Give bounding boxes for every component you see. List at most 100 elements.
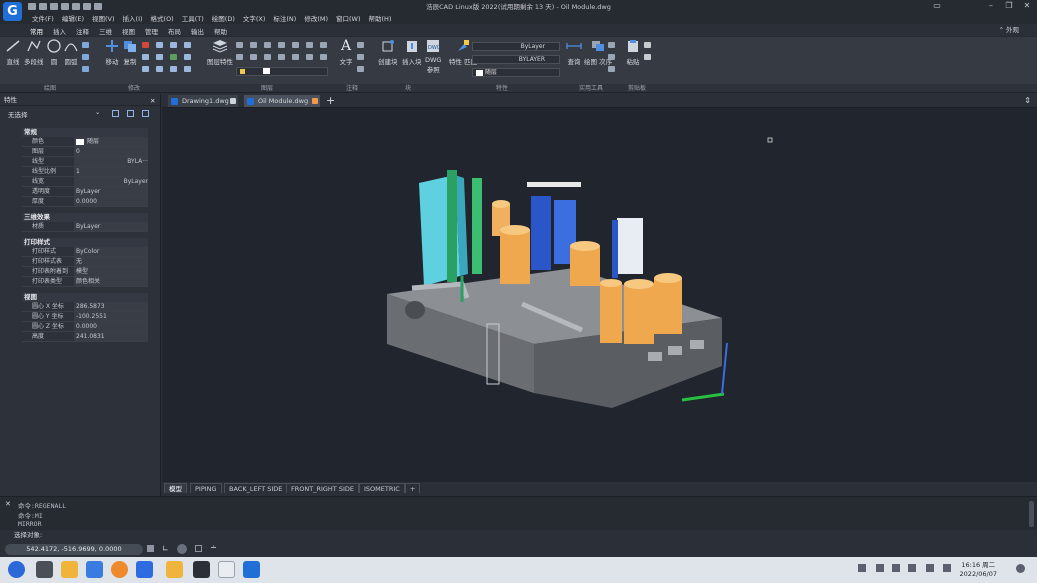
select-tool-icon[interactable]	[608, 54, 615, 60]
property-group-title[interactable]: 打印样式	[22, 238, 148, 247]
linetype-dropdown[interactable]: BYLAYER	[472, 55, 560, 64]
menu-edit[interactable]: 编辑(E)	[62, 13, 84, 23]
property-value[interactable]: 颜色相关	[74, 277, 148, 286]
property-row[interactable]: 线宽 ByLayer	[22, 177, 148, 187]
panel-modify[interactable]: 修改	[128, 84, 140, 93]
move-button[interactable]: 移动	[104, 39, 120, 66]
menu-help[interactable]: 帮助(H)	[369, 13, 392, 23]
scale-icon[interactable]	[142, 54, 149, 60]
tab-home[interactable]: 常用	[30, 26, 43, 36]
close-tab-icon[interactable]	[312, 98, 318, 104]
file-manager-icon[interactable]	[61, 561, 78, 578]
doc-tab-oil-module[interactable]: Oil Module.dwg	[244, 95, 320, 107]
property-value[interactable]: ByColor	[74, 247, 148, 256]
select-tool-icon[interactable]	[608, 66, 615, 72]
menu-format[interactable]: 格式(O)	[151, 13, 174, 23]
multitask-icon[interactable]	[36, 561, 53, 578]
circle-button[interactable]: 圆	[46, 39, 62, 66]
dimension-icon[interactable]	[357, 42, 364, 48]
property-value[interactable]: 1	[74, 167, 148, 176]
close-icon[interactable]: ✕	[1018, 0, 1036, 12]
stretch-icon[interactable]	[184, 42, 191, 48]
property-row[interactable]: 厚度 0.0000	[22, 197, 148, 207]
property-row[interactable]: 圆心 Y 坐标 -100.2551	[22, 312, 148, 322]
property-value[interactable]: 模型	[74, 267, 148, 276]
wps-writer-icon[interactable]	[136, 561, 153, 578]
tab-manage[interactable]: 管理	[145, 26, 158, 36]
property-value[interactable]: 随层	[74, 137, 148, 146]
panel-utilities[interactable]: 实用工具	[579, 84, 603, 93]
property-row[interactable]: 线型比例 1	[22, 167, 148, 177]
rotate-icon[interactable]	[170, 42, 177, 48]
explode-icon[interactable]	[184, 54, 191, 60]
grid-icon[interactable]	[147, 545, 154, 552]
trim-icon[interactable]	[156, 54, 163, 60]
screen-icon[interactable]	[892, 564, 900, 572]
line-button[interactable]: 直线	[5, 39, 21, 66]
panel-clipboard[interactable]: 剪贴板	[628, 84, 646, 93]
property-group-title[interactable]: 三维效果	[22, 213, 148, 222]
erase-icon[interactable]	[142, 42, 149, 48]
property-row[interactable]: 图层 0	[22, 147, 148, 157]
leader-icon[interactable]	[357, 54, 364, 60]
property-row[interactable]: 打印表附着到 模型	[22, 267, 148, 277]
property-value[interactable]: 0	[74, 147, 148, 156]
panel-draw[interactable]: 绘图	[44, 84, 56, 93]
quick-select-icon[interactable]	[142, 110, 149, 117]
close-tab-icon[interactable]	[230, 98, 236, 104]
property-value[interactable]: 无	[74, 257, 148, 266]
volume-icon[interactable]	[908, 564, 916, 572]
color-dropdown[interactable]: ByLayer	[472, 42, 560, 51]
break-icon[interactable]	[184, 66, 191, 72]
selection-dropdown[interactable]: 无选择 ⌄	[0, 106, 160, 122]
panel-block[interactable]: 块	[405, 84, 411, 93]
text-editor-icon[interactable]	[218, 561, 235, 578]
menu-modify[interactable]: 修改(M)	[304, 13, 328, 23]
property-row[interactable]: 打印表类型 颜色相关	[22, 277, 148, 287]
property-value[interactable]: ByLayer	[74, 222, 148, 231]
polar-icon[interactable]	[177, 544, 187, 554]
arc-button[interactable]: 圆弧	[63, 39, 79, 66]
tab-output[interactable]: 输出	[191, 26, 204, 36]
layer-tool-icon[interactable]	[278, 42, 285, 48]
tab-view[interactable]: 视图	[122, 26, 135, 36]
tab-layout[interactable]: 布局	[168, 26, 181, 36]
dwg-reference-button[interactable]: DWG DWG 参照	[425, 39, 441, 74]
layout-tab-back-left[interactable]: BACK_LEFT SIDE	[224, 483, 288, 493]
menu-view[interactable]: 视图(V)	[92, 13, 115, 23]
command-scrollbar[interactable]	[1029, 501, 1034, 527]
menu-text[interactable]: 文字(X)	[243, 13, 266, 23]
layer-tool-icon[interactable]	[264, 42, 271, 48]
query-button[interactable]: 查询	[566, 39, 582, 66]
battery-icon[interactable]	[926, 564, 934, 572]
layer-tool-icon[interactable]	[292, 42, 299, 48]
property-row[interactable]: 高度 241.0831	[22, 332, 148, 342]
create-block-button[interactable]: 创建块	[378, 39, 398, 66]
draw-tool-icon[interactable]	[82, 66, 89, 72]
panel-annotation[interactable]: 注释	[346, 84, 358, 93]
insert-block-button[interactable]: 插入块	[402, 39, 422, 66]
table-icon[interactable]	[357, 66, 364, 72]
property-row[interactable]: 圆心 X 坐标 286.5873	[22, 302, 148, 312]
layer-tool-icon[interactable]	[320, 42, 327, 48]
app-logo-icon[interactable]: G	[3, 2, 22, 21]
minimize-icon[interactable]: –	[982, 0, 1000, 12]
terminal-icon[interactable]	[193, 561, 210, 578]
polyline-button[interactable]: 多段线	[24, 39, 44, 66]
tab-help[interactable]: 帮助	[214, 26, 227, 36]
gstarcad-icon[interactable]	[243, 561, 260, 578]
property-row[interactable]: 线型 BYLA···	[22, 157, 148, 167]
menu-window[interactable]: 窗口(W)	[336, 13, 361, 23]
coordinate-display[interactable]: 542.4172, -516.9699, 0.0000	[5, 544, 143, 555]
panel-properties[interactable]: 特性	[496, 84, 508, 93]
draw-tool-icon[interactable]	[82, 42, 89, 48]
offset-icon[interactable]	[142, 66, 149, 72]
otrack-icon[interactable]: ∸	[210, 543, 217, 552]
lineweight-dropdown[interactable]: 随层	[472, 68, 560, 77]
appearance-menu[interactable]: ⌃ 外观	[998, 25, 1029, 36]
layout-tab-isometric[interactable]: ISOMETRIC	[359, 483, 405, 493]
menu-file[interactable]: 文件(F)	[32, 13, 54, 23]
property-value[interactable]: ByLayer	[74, 187, 148, 196]
layer-tool-icon[interactable]	[320, 54, 327, 60]
new-tab-icon[interactable]: +	[326, 94, 335, 107]
